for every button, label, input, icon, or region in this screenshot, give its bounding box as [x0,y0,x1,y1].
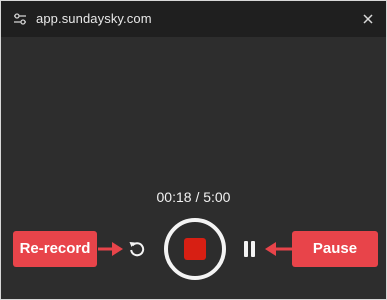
stop-recording-button[interactable] [164,218,226,280]
title-bar: app.sundaysky.com [1,1,386,37]
browser-popup-window: app.sundaysky.com 00:18 / 5:00 Re-record… [0,0,387,300]
pause-arrow [265,242,292,256]
pause-callout: Pause [292,231,378,267]
rerecord-callout: Re-record [13,231,97,267]
sliders-icon [14,13,26,25]
rerecord-arrow [98,242,123,256]
pause-icon[interactable] [242,241,256,257]
stop-icon [184,238,206,260]
rotate-ccw-icon[interactable] [128,239,146,257]
close-icon[interactable] [362,13,374,25]
recording-timer: 00:18 / 5:00 [156,189,231,205]
url-text: app.sundaysky.com [36,11,152,26]
